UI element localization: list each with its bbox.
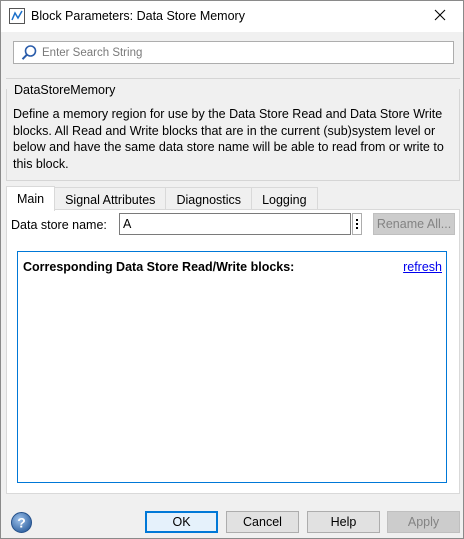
close-icon: [434, 9, 446, 24]
title-bar: Block Parameters: Data Store Memory: [1, 1, 463, 32]
description-panel: DataStoreMemory Define a memory region f…: [6, 78, 460, 181]
refresh-link[interactable]: refresh: [403, 260, 442, 274]
vertical-ellipsis-icon: [356, 219, 358, 229]
tab-bar: Main Signal Attributes Diagnostics Loggi…: [6, 186, 318, 211]
rename-all-button[interactable]: Rename All...: [373, 213, 455, 235]
block-parameters-dialog: Block Parameters: Data Store Memory Data…: [0, 0, 464, 539]
help-icon[interactable]: ?: [11, 512, 32, 533]
svg-text:?: ?: [17, 515, 26, 531]
data-store-name-input[interactable]: [119, 213, 351, 235]
help-button[interactable]: Help: [307, 511, 380, 533]
window-title: Block Parameters: Data Store Memory: [31, 9, 245, 23]
search-box: [13, 41, 454, 64]
block-icon: [9, 8, 25, 24]
block-description: Define a memory region for use by the Da…: [13, 107, 444, 171]
search-icon: [20, 44, 38, 62]
close-button[interactable]: [417, 1, 463, 32]
tab-diagnostics[interactable]: Diagnostics: [165, 187, 253, 211]
cancel-button[interactable]: Cancel: [226, 511, 299, 533]
ok-button[interactable]: OK: [145, 511, 218, 533]
search-input[interactable]: [42, 43, 447, 62]
data-store-name-label: Data store name:: [11, 218, 107, 232]
tab-signal-attributes[interactable]: Signal Attributes: [54, 187, 167, 211]
corresponding-blocks-box: Corresponding Data Store Read/Write bloc…: [17, 251, 447, 483]
block-type-label: DataStoreMemory: [14, 83, 119, 97]
data-store-name-menu-button[interactable]: [352, 213, 362, 235]
apply-button[interactable]: Apply: [387, 511, 460, 533]
main-tab-panel: Data store name: Rename All... Correspon…: [6, 209, 460, 494]
tab-main[interactable]: Main: [6, 186, 56, 211]
tab-logging[interactable]: Logging: [251, 187, 318, 211]
corresponding-blocks-title: Corresponding Data Store Read/Write bloc…: [23, 260, 295, 274]
